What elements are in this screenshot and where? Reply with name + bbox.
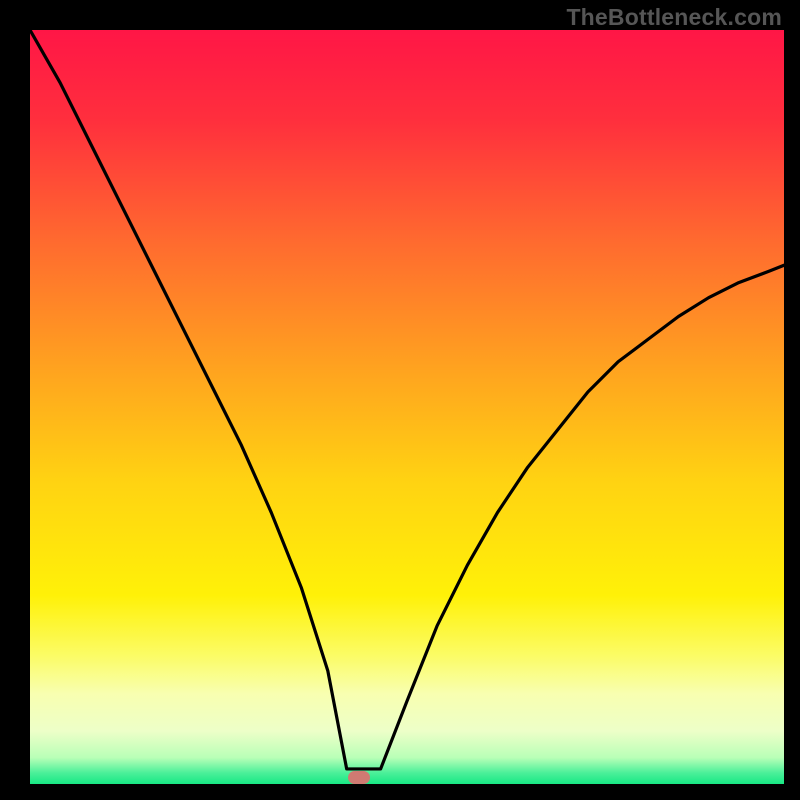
bottleneck-curve <box>30 30 784 784</box>
chart-frame: TheBottleneck.com <box>0 0 800 800</box>
plot-area <box>30 30 784 784</box>
min-marker <box>348 771 370 784</box>
watermark-label: TheBottleneck.com <box>566 4 782 31</box>
